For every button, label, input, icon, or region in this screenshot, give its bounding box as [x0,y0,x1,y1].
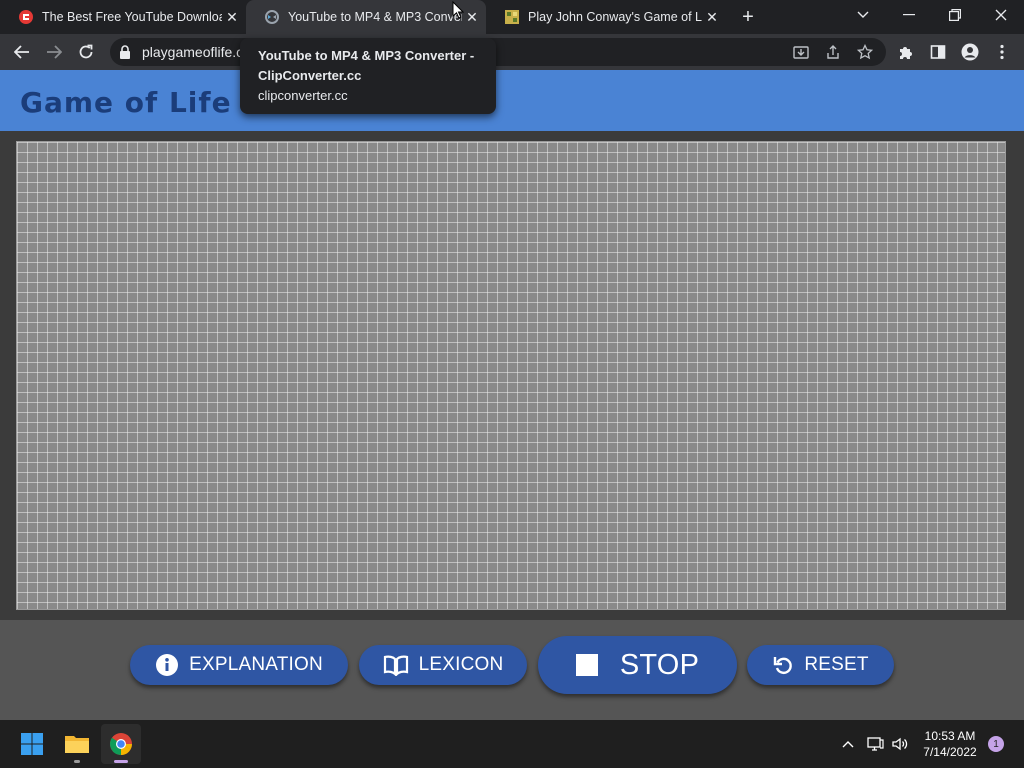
explanation-label: EXPLANATION [189,654,323,675]
minimize-icon[interactable] [886,0,932,30]
reset-label: RESET [804,654,869,675]
book-icon [383,654,409,676]
reset-button[interactable]: RESET [747,645,894,685]
tab-title: YouTube to MP4 & MP3 Converter [288,10,462,24]
profile-avatar-icon[interactable] [960,42,980,62]
system-clock[interactable]: 10:53 AM 7/14/2022 [910,728,990,760]
reload-icon[interactable] [72,38,100,66]
game-board-grid[interactable] [16,141,1006,610]
forward-arrow-icon[interactable] [40,38,68,66]
file-explorer-folder-icon[interactable] [57,724,97,764]
tab-youtube-downloader[interactable]: The Best Free YouTube Downloader ✕ [0,0,246,34]
app-active-indicator [114,760,128,763]
tab-title: The Best Free YouTube Downloader [42,10,222,24]
reset-arrow-icon [772,654,794,676]
install-app-icon[interactable] [792,43,810,61]
tab-search-chevron-icon[interactable] [840,0,886,30]
converter-favicon-icon [264,9,280,25]
close-window-icon[interactable] [978,0,1024,30]
game-grid-favicon-icon [504,9,520,25]
tab-title: Play John Conway's Game of Life [528,10,702,24]
bookmark-star-icon[interactable] [856,43,874,61]
new-tab-plus-icon[interactable]: + [736,6,760,28]
network-icon[interactable] [865,734,885,754]
tab-hover-domain: clipconverter.cc [258,88,348,103]
chrome-icon[interactable] [101,724,141,764]
close-tab-icon[interactable]: ✕ [462,7,482,27]
stop-button[interactable]: STOP [538,636,737,694]
explanation-button[interactable]: EXPLANATION [130,645,348,685]
tab-game-of-life[interactable]: Play John Conway's Game of Life ✕ [486,0,726,34]
more-menu-icon[interactable] [992,42,1012,62]
side-panel-icon[interactable] [928,42,948,62]
clock-date: 7/14/2022 [923,745,977,759]
site-header: Game of Life [0,70,1024,131]
tab-hover-card: YouTube to MP4 & MP3 Converter - ClipCon… [240,38,496,114]
share-icon[interactable] [824,43,842,61]
notification-badge[interactable]: 1 [988,736,1004,752]
close-tab-icon[interactable]: ✕ [702,7,722,27]
back-arrow-icon[interactable] [8,38,36,66]
stop-square-icon [575,654,598,676]
start-windows-icon[interactable] [12,724,52,764]
clock-time: 10:53 AM [924,729,976,743]
tab-clipconverter[interactable]: YouTube to MP4 & MP3 Converter ✕ [246,0,486,34]
info-icon [155,653,179,677]
red-circle-favicon-icon [18,9,34,25]
tab-hover-title: YouTube to MP4 & MP3 Converter - ClipCon… [258,48,475,83]
tab-strip: The Best Free YouTube Downloader ✕ YouTu… [0,0,1024,34]
lexicon-label: LEXICON [418,654,504,675]
address-bar[interactable]: playgameoflife.com [110,38,886,66]
mouse-cursor-icon [452,0,465,24]
restore-icon[interactable] [932,0,978,30]
windows-taskbar: 10:53 AM 7/14/2022 [0,720,1024,768]
lexicon-button[interactable]: LEXICON [359,645,527,685]
stop-label: STOP [619,648,700,681]
lock-icon [119,45,131,59]
app-running-indicator [74,760,80,763]
close-tab-icon[interactable]: ✕ [222,7,242,27]
extensions-puzzle-icon[interactable] [896,42,916,62]
show-hidden-icons-chevron-icon[interactable] [838,734,858,754]
volume-speaker-icon[interactable] [890,734,910,754]
browser-toolbar: playgameoflife.com [0,34,1024,70]
site-logo[interactable]: Game of Life [20,86,232,119]
